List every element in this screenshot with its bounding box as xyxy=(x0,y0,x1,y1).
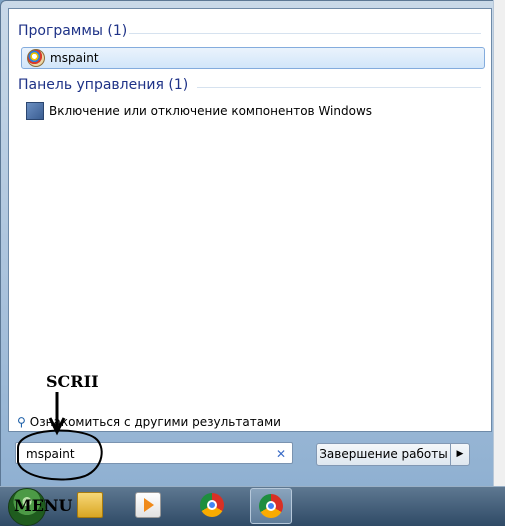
background-window-edge xyxy=(493,0,505,486)
chrome-icon xyxy=(200,493,224,517)
close-icon[interactable]: ✕ xyxy=(276,443,286,465)
shutdown-button[interactable]: Завершение работы ▶ xyxy=(316,443,470,466)
folder-icon xyxy=(77,492,103,518)
see-more-results-link[interactable]: ⚲ Ознакомиться с другими результатами xyxy=(17,415,281,429)
result-label: Включение или отключение компонентов Win… xyxy=(49,104,373,118)
result-mspaint[interactable]: mspaint xyxy=(21,47,485,69)
search-icon: ⚲ xyxy=(17,415,26,429)
chrome-icon xyxy=(259,494,283,518)
paint-icon xyxy=(27,49,45,67)
annotation-menu-label: MENU xyxy=(14,496,73,515)
media-player-icon xyxy=(135,492,161,518)
search-results-panel: Программы (1) mspaint Панель управления … xyxy=(8,8,492,432)
taskbar-media-player[interactable] xyxy=(128,488,168,522)
annotation-scrn-label: SCRII xyxy=(46,372,99,391)
see-more-label: Ознакомиться с другими результатами xyxy=(29,415,281,429)
result-windows-features[interactable]: Включение или отключение компонентов Win… xyxy=(21,101,483,121)
group-divider xyxy=(197,87,481,88)
shutdown-label[interactable]: Завершение работы xyxy=(317,444,451,465)
taskbar-chrome[interactable] xyxy=(192,488,232,522)
group-divider xyxy=(129,33,481,34)
taskbar-chrome-active[interactable] xyxy=(250,488,292,524)
group-header-control-panel[interactable]: Панель управления (1) xyxy=(18,77,188,93)
search-input-value: mspaint xyxy=(26,447,75,461)
control-panel-icon xyxy=(26,102,44,120)
arrow-right-icon[interactable]: ▶ xyxy=(451,444,469,465)
search-input[interactable]: mspaint ✕ xyxy=(15,442,293,464)
result-label: mspaint xyxy=(50,51,99,65)
group-header-programs[interactable]: Программы (1) xyxy=(18,23,127,39)
taskbar-explorer[interactable] xyxy=(70,488,110,522)
